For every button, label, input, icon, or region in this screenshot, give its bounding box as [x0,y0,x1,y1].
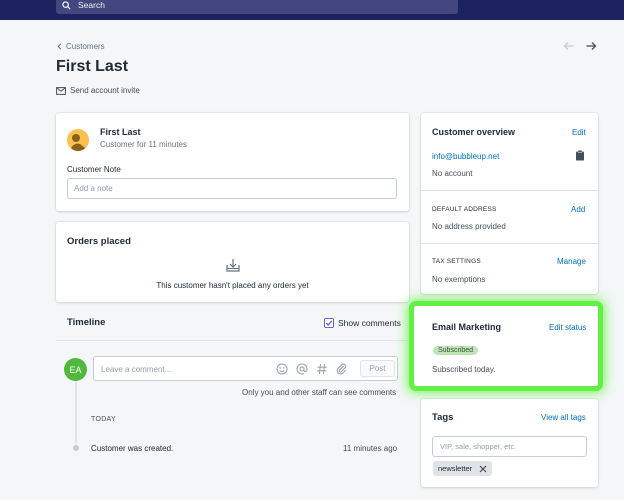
customer-name: First Last [100,127,141,137]
pager [563,40,597,52]
default-address-heading: DEFAULT ADDRESS [432,206,497,213]
search-bar[interactable]: Search [56,0,458,14]
view-all-tags-link[interactable]: View all tags [541,413,586,422]
customer-note-input[interactable]: Add a note [67,178,397,199]
email-marketing-title: Email Marketing [432,322,502,332]
clipboard-icon[interactable] [575,150,585,161]
checkmark-icon [325,320,333,326]
staff-only-note: Only you and other staff can see comment… [242,388,397,397]
envelope-icon [56,86,66,95]
overview-divider [421,190,598,191]
overview-divider [421,243,598,244]
post-button[interactable]: Post [360,360,395,377]
overview-title: Customer overview [432,127,516,137]
add-address-link[interactable]: Add [571,205,585,214]
comment-input[interactable]: Leave a comment... Post [93,356,398,381]
tax-value: No exemptions [432,275,486,284]
email-marketing-card: Email Marketing Edit status Subscribed S… [409,301,603,391]
breadcrumb-customers[interactable]: Customers [66,42,105,51]
staff-avatar: EA [64,358,87,381]
emoji-icon[interactable] [276,363,288,375]
attachment-icon[interactable] [336,363,348,375]
tags-title: Tags [432,412,454,423]
user-silhouette-icon [70,134,89,151]
customer-since: Customer for 11 minutes [100,140,187,149]
top-bar: Search [0,0,624,20]
timeline-day-header: TODAY [91,416,116,423]
subscription-status-text: Subscribed today. [432,365,496,374]
comment-toolbar [276,363,348,375]
tags-card: Tags View all tags VIP, sale, shopper, e… [421,399,598,487]
page-title: First Last [56,58,129,75]
status-badge: Subscribed [433,346,479,355]
arrow-left-icon[interactable] [563,40,575,52]
orders-card: Orders placed This customer hasn't place… [56,222,409,302]
search-placeholder: Search [78,0,105,10]
account-status: No account [432,169,473,178]
orders-title: Orders placed [67,236,131,247]
timeline-divider [56,340,409,341]
customer-note-label: Customer Note [67,165,121,174]
mention-icon[interactable] [296,363,308,375]
customer-card: First Last Customer for 11 minutes Custo… [56,113,409,211]
customer-overview-card: Customer overview Edit info@bubbleup.net… [421,113,598,294]
orders-empty-text: This customer hasn't placed any orders y… [156,281,309,290]
edit-status-link[interactable]: Edit status [549,323,586,332]
manage-tax-link[interactable]: Manage [557,257,586,266]
overview-edit-link[interactable]: Edit [572,128,586,137]
address-value: No address provided [432,222,506,231]
timeline-event-time: 11 minutes ago [343,444,398,453]
show-comments-checkbox[interactable] [324,318,334,328]
tags-input[interactable]: VIP, sale, shopper, etc. [432,436,587,457]
customer-avatar [67,129,89,151]
show-comments-toggle[interactable]: Show comments [324,318,401,328]
chevron-left-icon [57,43,62,50]
send-invite-link[interactable]: Send account invite [56,86,140,95]
timeline-dot [71,443,81,453]
customer-email-link[interactable]: info@bubbleup.net [432,152,499,161]
tag-chip: newsletter [433,461,493,476]
tax-settings-heading: TAX SETTINGS [432,258,481,265]
breadcrumb[interactable]: Customers [56,42,105,51]
comment-placeholder: Leave a comment... [101,365,172,374]
send-invite-label: Send account invite [70,86,140,95]
close-icon[interactable] [479,465,487,473]
search-icon [62,0,71,10]
timeline-event-text: Customer was created. [91,444,174,453]
tag-label: newsletter [438,464,473,473]
inbox-download-icon [226,259,240,272]
arrow-right-icon[interactable] [585,40,597,52]
hashtag-icon[interactable] [316,363,328,375]
timeline-title: Timeline [67,317,106,328]
show-comments-label: Show comments [338,318,401,328]
timeline-line [75,381,77,449]
